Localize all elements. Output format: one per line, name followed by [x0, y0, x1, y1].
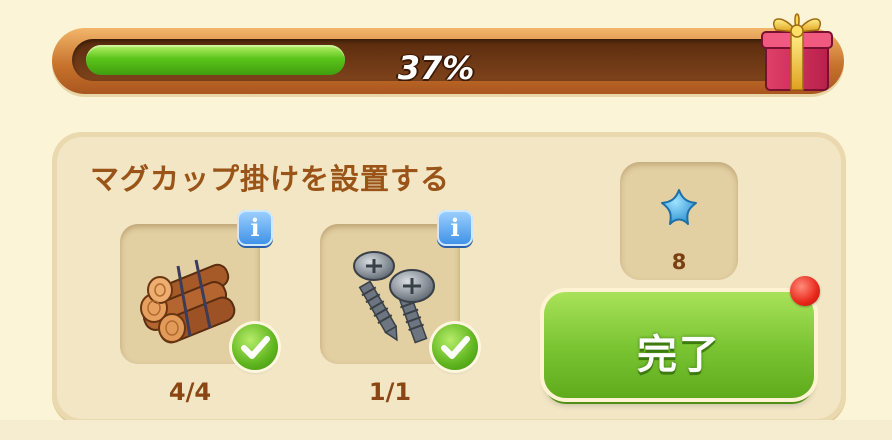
reward-count: 8: [671, 250, 687, 274]
notification-dot: [790, 276, 820, 306]
bottom-strip: [0, 420, 892, 440]
material-count-screws: 1/1: [368, 378, 412, 406]
material-count-wood: 4/4: [168, 378, 212, 406]
progress-track: 37%: [72, 39, 800, 81]
check-icon-wood: [232, 324, 278, 370]
check-icon-screws: [432, 324, 478, 370]
progress-bar: 37%: [52, 28, 844, 94]
info-button-screws[interactable]: i: [437, 210, 473, 246]
blue-star-icon: [661, 189, 697, 225]
gift-box-icon[interactable]: [760, 4, 834, 92]
info-button-wood[interactable]: i: [237, 210, 273, 246]
complete-button-label: 完了: [637, 332, 721, 378]
complete-button[interactable]: 完了: [544, 292, 814, 398]
progress-percent-label: 37%: [397, 49, 475, 81]
task-title: マグカップ掛けを設置する: [90, 162, 451, 196]
